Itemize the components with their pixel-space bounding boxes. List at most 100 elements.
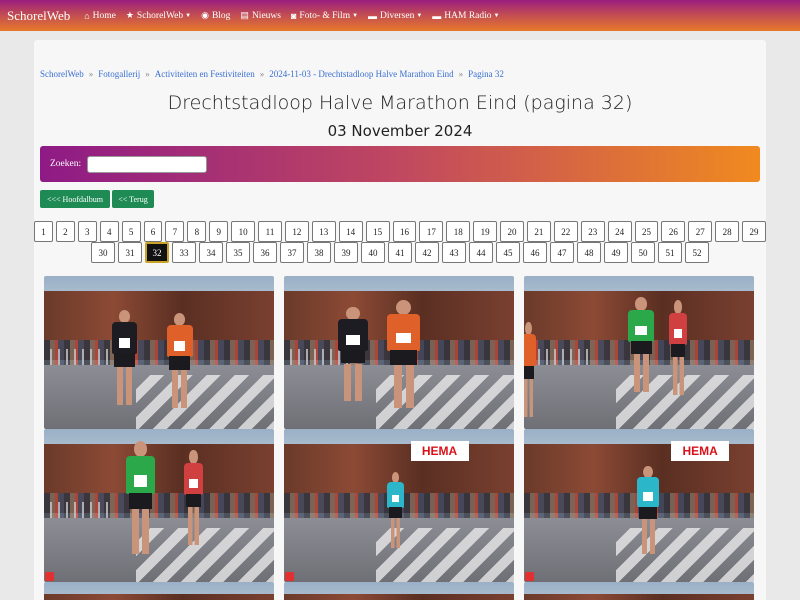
- page-button-42[interactable]: 42: [415, 242, 439, 263]
- page-button-16[interactable]: 16: [392, 221, 417, 242]
- breadcrumb-item[interactable]: 2024-11-03 - Drechtstadloop Halve Marath…: [269, 69, 453, 79]
- search-bar: Zoeken:: [40, 146, 760, 182]
- page-button-17[interactable]: 17: [419, 221, 444, 242]
- caret-down-icon: ▼: [352, 12, 359, 19]
- nav-item-blog[interactable]: ◉ Blog: [201, 10, 230, 21]
- page-button-25[interactable]: 25: [634, 221, 659, 242]
- nav-item-home[interactable]: ⌂ Home: [84, 10, 116, 21]
- nav-item-nieuws[interactable]: ▤ Nieuws: [240, 10, 281, 21]
- page-button-22[interactable]: 22: [553, 221, 578, 242]
- camera-icon: ◙: [290, 10, 297, 21]
- caret-down-icon: ▼: [416, 12, 423, 19]
- photo-thumbnail[interactable]: [44, 429, 274, 582]
- top-navbar: SchorelWeb ⌂ Home ★ SchorelWeb ▼ ◉ Blog ▤ Nieuws…: [0, 0, 800, 31]
- breadcrumb-item[interactable]: SchorelWeb: [40, 69, 84, 79]
- page-button-33[interactable]: 33: [172, 242, 196, 263]
- page-button-26[interactable]: 26: [661, 221, 686, 242]
- page-button-8[interactable]: 8: [187, 221, 207, 242]
- photo-thumbnail[interactable]: [44, 276, 274, 429]
- page-button-2[interactable]: 2: [55, 221, 75, 242]
- page-button-18[interactable]: 18: [446, 221, 471, 242]
- page-button-41[interactable]: 41: [388, 242, 412, 263]
- photo-thumbnail[interactable]: HEMA: [284, 429, 514, 582]
- page-button-38[interactable]: 38: [307, 242, 331, 263]
- nav-item-label: Diversen: [380, 10, 415, 21]
- photo-thumbnail[interactable]: [284, 276, 514, 429]
- nav-item-diversen[interactable]: ▬ Diversen ▼: [368, 10, 422, 21]
- home-icon: ⌂: [84, 10, 90, 21]
- brand-link[interactable]: SchorelWeb: [7, 8, 70, 24]
- page-button-1[interactable]: 1: [34, 221, 53, 242]
- photo-thumbnail[interactable]: [524, 276, 754, 429]
- nav-item-ham-radio[interactable]: ▬ HAM Radio ▼: [432, 10, 499, 21]
- page-button-52[interactable]: 52: [685, 242, 709, 263]
- page-button-49[interactable]: 49: [604, 242, 628, 263]
- page-button-30[interactable]: 30: [91, 242, 115, 263]
- page-button-48[interactable]: 48: [577, 242, 601, 263]
- main-album-button[interactable]: <<< Hoofdalbum: [40, 190, 110, 208]
- page-button-31[interactable]: 31: [118, 242, 142, 263]
- caret-down-icon: ▼: [493, 12, 500, 19]
- page-title: Drechtstadloop Halve Marathon Eind (pagi…: [167, 92, 633, 114]
- page-button-29[interactable]: 29: [742, 221, 766, 242]
- nav-item-foto-film[interactable]: ◙ Foto- & Film ▼: [291, 10, 358, 21]
- back-button[interactable]: << Terug: [112, 190, 154, 208]
- page-button-36[interactable]: 36: [253, 242, 277, 263]
- page-button-3[interactable]: 3: [77, 221, 97, 242]
- page-button-13[interactable]: 13: [311, 221, 336, 242]
- page-button-35[interactable]: 35: [226, 242, 250, 263]
- page-button-28[interactable]: 28: [715, 221, 740, 242]
- page-button-44[interactable]: 44: [469, 242, 493, 263]
- page-button-12[interactable]: 12: [284, 221, 309, 242]
- page-button-6[interactable]: 6: [143, 221, 163, 242]
- breadcrumb-item[interactable]: Activiteiten en Festiviteiten: [155, 69, 255, 79]
- page-button-21[interactable]: 21: [526, 221, 551, 242]
- breadcrumb: SchorelWeb » Fotogallerij » Activiteiten en …: [40, 69, 504, 79]
- page-button-43[interactable]: 43: [442, 242, 466, 263]
- hema-store-sign: HEMA: [671, 441, 730, 462]
- page-button-20[interactable]: 20: [500, 221, 524, 242]
- page-button-45[interactable]: 45: [496, 242, 520, 263]
- pagination-row-2: 30 31 32 33 34 35 36 37 38 39 40 41 42 43 44 45 46 47 48 49…: [34, 242, 766, 263]
- page-button-40[interactable]: 40: [361, 242, 385, 263]
- search-input[interactable]: [87, 155, 208, 173]
- breadcrumb-separator: »: [259, 69, 265, 79]
- page-button-14[interactable]: 14: [338, 221, 363, 242]
- hema-store-sign: HEMA: [410, 441, 469, 462]
- photo-thumbnail[interactable]: [44, 582, 274, 600]
- nav-item-label: Blog: [211, 10, 231, 21]
- page-button-15[interactable]: 15: [365, 221, 390, 242]
- page-button-23[interactable]: 23: [580, 221, 605, 242]
- page-button-5[interactable]: 5: [121, 221, 141, 242]
- nav-item-label: Foto- & Film: [299, 10, 351, 21]
- page-button-51[interactable]: 51: [658, 242, 682, 263]
- content-panel: SchorelWeb » Fotogallerij » Activiteiten en …: [34, 40, 766, 600]
- photo-thumbnail[interactable]: [284, 582, 514, 600]
- photo-thumbnail[interactable]: HEMA: [524, 429, 754, 582]
- page-date: 03 November 2024: [327, 122, 473, 140]
- rss-icon: ◉: [201, 10, 209, 20]
- page-button-24[interactable]: 24: [607, 221, 632, 242]
- breadcrumb-separator: »: [88, 69, 94, 79]
- page-button-39[interactable]: 39: [334, 242, 358, 263]
- page-button-4[interactable]: 4: [99, 221, 119, 242]
- breadcrumb-item[interactable]: Fotogallerij: [98, 69, 140, 79]
- page-button-10[interactable]: 10: [231, 221, 256, 242]
- page-button-7[interactable]: 7: [165, 221, 185, 242]
- page-button-34[interactable]: 34: [199, 242, 223, 263]
- page-button-19[interactable]: 19: [473, 221, 498, 242]
- page-button-37[interactable]: 37: [280, 242, 304, 263]
- page-button-27[interactable]: 27: [688, 221, 713, 242]
- breadcrumb-item[interactable]: Pagina 32: [468, 69, 504, 79]
- star-icon: ★: [125, 10, 134, 20]
- page-button-50[interactable]: 50: [631, 242, 655, 263]
- page-button-9[interactable]: 9: [209, 221, 229, 242]
- page-button-47[interactable]: 47: [550, 242, 574, 263]
- page-button-11[interactable]: 11: [258, 221, 282, 242]
- photo-thumbnail[interactable]: [524, 582, 754, 600]
- nav-item-schorelweb[interactable]: ★ SchorelWeb ▼: [126, 10, 191, 21]
- search-label: Zoeken:: [50, 159, 82, 169]
- nav-menu: ⌂ Home ★ SchorelWeb ▼ ◉ Blog ▤ Nieuws ◙ Foto- & Fi…: [84, 10, 509, 21]
- page-button-32[interactable]: 32: [145, 242, 169, 263]
- page-button-46[interactable]: 46: [523, 242, 547, 263]
